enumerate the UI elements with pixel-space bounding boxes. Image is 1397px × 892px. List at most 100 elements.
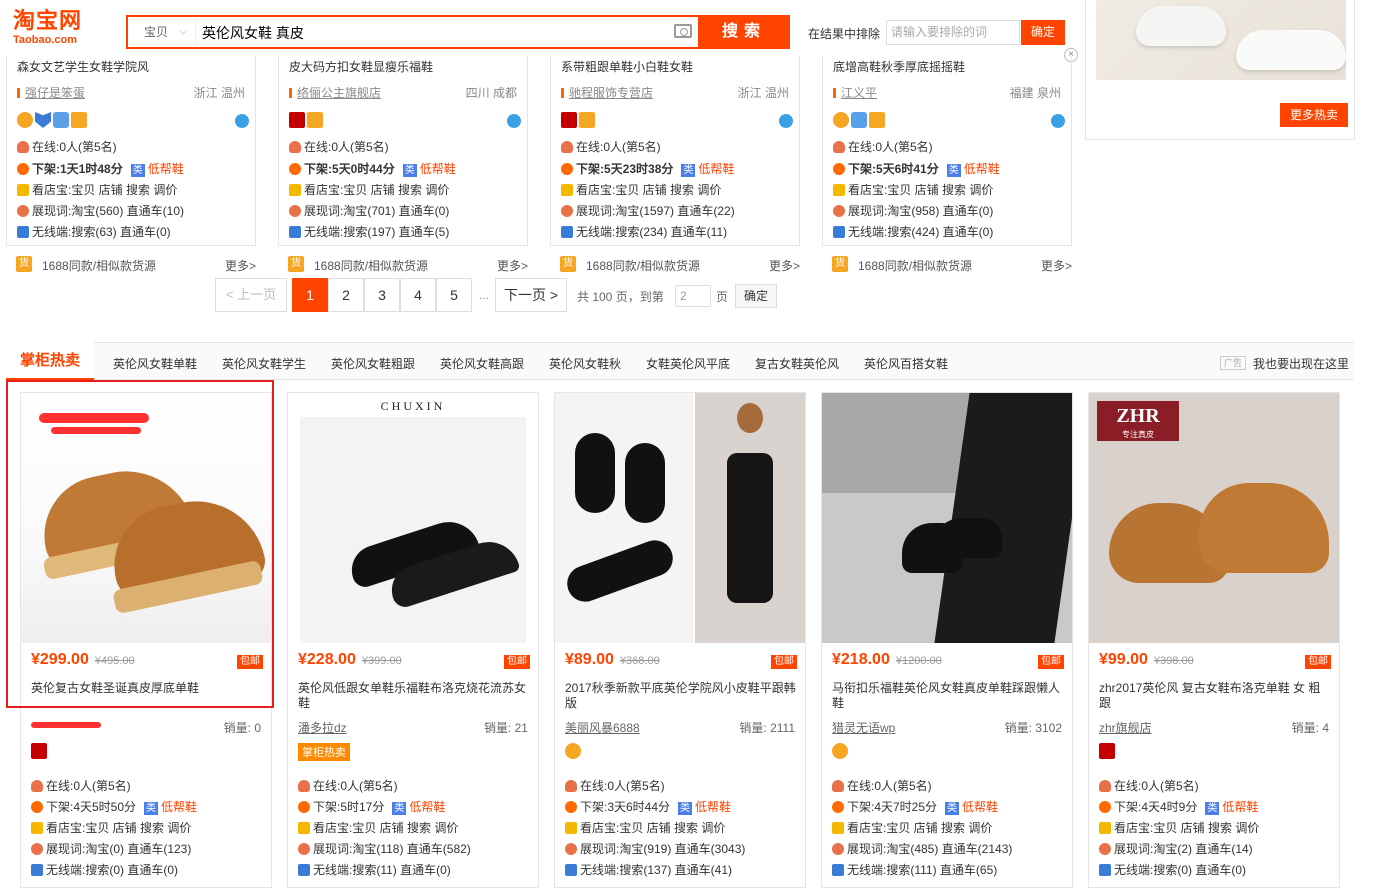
shop-badge-icon[interactable]: [561, 112, 577, 128]
taobao-logo[interactable]: 淘宝网 Taobao.com: [13, 9, 113, 51]
shop-badge-icon[interactable]: [307, 112, 323, 128]
page-1[interactable]: 1: [292, 278, 328, 312]
impression-text[interactable]: 展现词:淘宝(118) 直通车(582): [313, 842, 471, 856]
category-label[interactable]: 低帮鞋: [962, 800, 998, 814]
top-result-card[interactable]: 皮大码方扣女鞋显瘦乐福鞋 络俪公主旗舰店 四川 成都 在线:0人(第5名) 下架…: [278, 56, 528, 246]
product-card[interactable]: CHUXIN ¥228.00 ¥399.00 包邮 英伦风低跟女单鞋乐福鞋布洛克烧…: [287, 392, 539, 888]
next-page-button[interactable]: 下一页 >: [495, 278, 567, 312]
shop-link[interactable]: 潘多拉dz: [298, 719, 347, 736]
mobile-icon[interactable]: [779, 114, 793, 128]
product-card[interactable]: ¥218.00 ¥1200.00 包邮 马衔扣乐福鞋英伦风女鞋真皮单鞋踩跟懒人鞋 …: [821, 392, 1073, 888]
mobile-icon[interactable]: [1051, 114, 1065, 128]
impression-text[interactable]: 展现词:淘宝(485) 直通车(2143): [847, 842, 1012, 856]
shop-badge-icon[interactable]: [53, 112, 69, 128]
camera-icon[interactable]: [674, 24, 692, 38]
product-image[interactable]: [822, 393, 1072, 643]
more-link[interactable]: 更多>: [1041, 257, 1072, 274]
top-result-card[interactable]: 系带粗跟单鞋小白鞋女鞋 驰程服饰专营店 浙江 温州 在线:0人(第5名) 下架:…: [550, 56, 800, 246]
product-image[interactable]: [555, 393, 805, 643]
source-1688-link[interactable]: 1688同款/相似款货源: [586, 257, 700, 274]
kandianbao-text[interactable]: 看店宝:宝贝 店铺 搜索 调价: [46, 821, 191, 835]
shop-badge-icon[interactable]: [579, 112, 595, 128]
wireless-text[interactable]: 无线端:搜索(0) 直通车(0): [1114, 863, 1246, 877]
shop-link[interactable]: 强仔是笨蛋: [17, 84, 85, 101]
impression-text[interactable]: 展现词:淘宝(701) 直通车(0): [304, 204, 449, 218]
exclude-input[interactable]: 请输入要排除的词: [886, 20, 1020, 45]
product-title[interactable]: 2017秋季新款平底英伦学院风小皮鞋平跟韩版: [565, 681, 797, 711]
top-result-card[interactable]: 底增高鞋秋季厚底摇摇鞋 江义平 福建 泉州 在线:0人(第5名) 下架:5天6时…: [822, 56, 1072, 246]
shop-link[interactable]: 猎灵无语wp: [832, 719, 895, 736]
shop-badge-icon[interactable]: [35, 112, 51, 128]
impression-text[interactable]: 展现词:淘宝(0) 直通车(123): [46, 842, 191, 856]
shop-link[interactable]: 络俪公主旗舰店: [289, 84, 381, 101]
shop-link[interactable]: 美丽风暴6888: [565, 719, 640, 736]
hot-link[interactable]: 复古女鞋英伦风: [755, 355, 839, 372]
product-card[interactable]: ZHR 专注真皮 ¥99.00 ¥398.00 包邮 zhr2017英伦风 复古女…: [1088, 392, 1340, 888]
shop-badge-icon[interactable]: [31, 743, 47, 759]
category-label[interactable]: 低帮鞋: [409, 800, 445, 814]
shop-link[interactable]: [31, 719, 101, 733]
goto-page-input[interactable]: 2: [675, 285, 711, 307]
category-label[interactable]: 低帮鞋: [161, 800, 197, 814]
shop-badge-icon[interactable]: [1099, 743, 1115, 759]
item-title[interactable]: 系带粗跟单鞋小白鞋女鞋: [561, 58, 693, 75]
shop-badge-icon[interactable]: [289, 112, 305, 128]
shop-link[interactable]: 驰程服饰专营店: [561, 84, 653, 101]
more-link[interactable]: 更多>: [497, 257, 528, 274]
hot-link[interactable]: 英伦风女鞋粗跟: [331, 355, 415, 372]
goto-confirm-button[interactable]: 确定: [735, 284, 777, 308]
kandianbao-text[interactable]: 看店宝:宝贝 店铺 搜索 调价: [576, 183, 721, 197]
more-link[interactable]: 更多>: [225, 257, 256, 274]
page-3[interactable]: 3: [364, 278, 400, 312]
category-label[interactable]: 低帮鞋: [698, 162, 734, 176]
shop-badge-icon[interactable]: [869, 112, 885, 128]
shop-link[interactable]: zhr旗舰店: [1099, 719, 1152, 736]
kandianbao-text[interactable]: 看店宝:宝贝 店铺 搜索 调价: [580, 821, 725, 835]
more-link[interactable]: 更多>: [769, 257, 800, 274]
hot-link[interactable]: 英伦风女鞋秋: [549, 355, 621, 372]
kandianbao-text[interactable]: 看店宝:宝贝 店铺 搜索 调价: [32, 183, 177, 197]
wireless-text[interactable]: 无线端:搜索(11) 直通车(0): [313, 863, 451, 877]
wireless-text[interactable]: 无线端:搜索(63) 直通车(0): [32, 225, 171, 239]
hot-product-image[interactable]: [1096, 0, 1346, 80]
product-image[interactable]: ZHR 专注真皮: [1089, 393, 1339, 643]
shop-badge-icon[interactable]: [71, 112, 87, 128]
product-title[interactable]: zhr2017英伦风 复古女鞋布洛克单鞋 女 粗跟: [1099, 681, 1331, 711]
category-label[interactable]: 低帮鞋: [148, 162, 184, 176]
mobile-icon[interactable]: [507, 114, 521, 128]
hot-link[interactable]: 英伦风百搭女鞋: [864, 355, 948, 372]
top-result-card[interactable]: 森女文艺学生女鞋学院风 强仔是笨蛋 浙江 温州 在线:0人(第5名) 下架:1天…: [6, 56, 256, 246]
shop-link[interactable]: 江义平: [833, 84, 877, 101]
impression-text[interactable]: 展现词:淘宝(958) 直通车(0): [848, 204, 993, 218]
page-4[interactable]: 4: [400, 278, 436, 312]
search-input[interactable]: 英伦风女鞋 真皮: [202, 23, 304, 43]
product-card[interactable]: ¥89.00 ¥368.00 包邮 2017秋季新款平底英伦学院风小皮鞋平跟韩版 …: [554, 392, 806, 888]
prev-page-button[interactable]: < 上一页: [215, 278, 287, 312]
source-1688-link[interactable]: 1688同款/相似款货源: [858, 257, 972, 274]
kandianbao-text[interactable]: 看店宝:宝贝 店铺 搜索 调价: [847, 821, 992, 835]
kandianbao-text[interactable]: 看店宝:宝贝 店铺 搜索 调价: [1114, 821, 1259, 835]
shop-badge-icon[interactable]: [851, 112, 867, 128]
category-label[interactable]: 低帮鞋: [420, 162, 456, 176]
shop-badge-icon[interactable]: [17, 112, 33, 128]
hot-link[interactable]: 女鞋英伦风平底: [646, 355, 730, 372]
product-image[interactable]: CHUXIN: [288, 393, 538, 643]
hot-link[interactable]: 英伦风女鞋高跟: [440, 355, 524, 372]
kandianbao-text[interactable]: 看店宝:宝贝 店铺 搜索 调价: [304, 183, 449, 197]
source-1688-link[interactable]: 1688同款/相似款货源: [42, 257, 156, 274]
exclude-confirm-button[interactable]: 确定: [1021, 20, 1065, 45]
impression-text[interactable]: 展现词:淘宝(1597) 直通车(22): [576, 204, 735, 218]
item-title[interactable]: 森女文艺学生女鞋学院风: [17, 58, 149, 75]
hot-sellers-tab[interactable]: 掌柜热卖: [6, 342, 94, 380]
shop-badge-icon[interactable]: [565, 743, 581, 759]
page-2[interactable]: 2: [328, 278, 364, 312]
mobile-icon[interactable]: [235, 114, 249, 128]
hot-seller-badge[interactable]: 掌柜热卖: [298, 743, 350, 761]
category-label[interactable]: 低帮鞋: [1222, 800, 1258, 814]
product-title[interactable]: 马衔扣乐福鞋英伦风女鞋真皮单鞋踩跟懒人鞋: [832, 681, 1064, 711]
hot-link[interactable]: 英伦风女鞋学生: [222, 355, 306, 372]
shop-badge-icon[interactable]: [833, 112, 849, 128]
item-title[interactable]: 皮大码方扣女鞋显瘦乐福鞋: [289, 58, 433, 75]
source-1688-link[interactable]: 1688同款/相似款货源: [314, 257, 428, 274]
wireless-text[interactable]: 无线端:搜索(197) 直通车(5): [304, 225, 449, 239]
